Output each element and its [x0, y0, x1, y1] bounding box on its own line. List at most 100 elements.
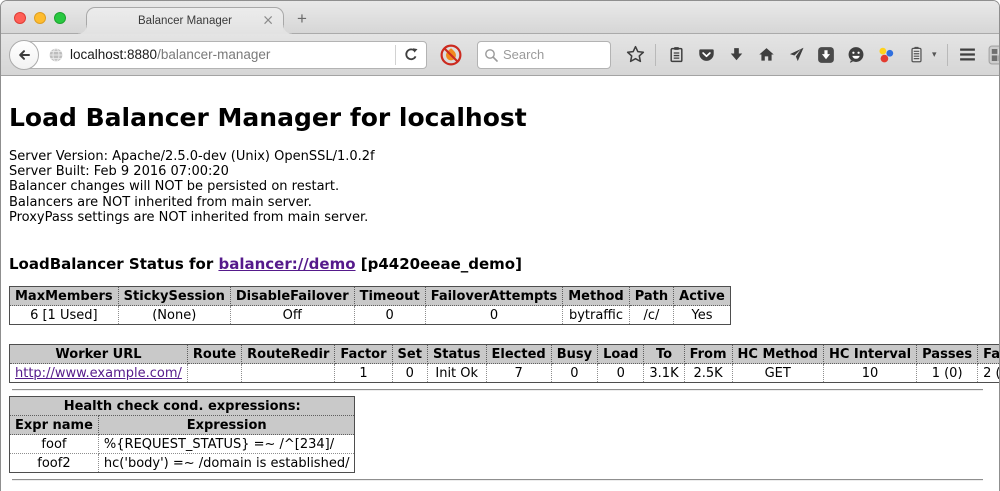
worker-header-row: Worker URL Route RouteRedir Factor Set S… — [10, 345, 1000, 364]
bookmark-star-button[interactable] — [625, 45, 645, 65]
cell-hc-interval: 10 — [823, 364, 916, 383]
tab-groups-button[interactable] — [988, 45, 1000, 65]
cell-fails: 2 (0) — [978, 364, 999, 383]
tab-close-icon[interactable]: × — [262, 13, 274, 27]
back-button[interactable] — [9, 40, 39, 70]
col-header-stickysession: StickySession — [118, 287, 230, 306]
tab-strip: Balancer Manager × + — [1, 1, 999, 34]
search-icon — [484, 48, 498, 62]
col-header-failoverattempts: FailoverAttempts — [425, 287, 563, 306]
balancer-data-row: 6 [1 Used] (None) Off 0 0 bytraffic /c/ … — [10, 306, 731, 325]
overflow-caret-icon[interactable]: ▾ — [932, 50, 937, 60]
worker-status-table: Worker URL Route RouteRedir Factor Set S… — [9, 344, 999, 383]
col-header-elected: Elected — [486, 345, 551, 364]
cell-worker-url: http://www.example.com/ — [10, 364, 188, 383]
colored-dots-icon — [877, 46, 895, 64]
col-header-path: Path — [629, 287, 673, 306]
col-header-expression: Expression — [98, 416, 355, 435]
blocked-flash-icon — [439, 43, 463, 67]
page-content: Load Balancer Manager for localhost Serv… — [1, 76, 999, 491]
url-text[interactable]: localhost:8880/balancer-manager — [70, 47, 270, 62]
home-icon — [758, 46, 775, 63]
paper-plane-icon — [788, 46, 805, 63]
clipboard-icon — [668, 46, 685, 63]
zoom-window-button[interactable] — [54, 12, 66, 24]
cell-disablefailover: Off — [230, 306, 354, 325]
reading-list-button[interactable] — [666, 45, 686, 65]
page-title: Load Balancer Manager for localhost — [9, 76, 991, 132]
share-button[interactable] — [786, 45, 806, 65]
toolbar-icons: ▾ — [625, 44, 1000, 66]
section-divider — [12, 389, 983, 391]
home-button[interactable] — [756, 45, 776, 65]
downloads-button[interactable] — [726, 45, 746, 65]
col-header-timeout: Timeout — [354, 287, 425, 306]
toolbar-divider — [947, 44, 948, 66]
col-header-set: Set — [392, 345, 427, 364]
cell-stickysession: (None) — [118, 306, 230, 325]
feedback-addon-button[interactable] — [846, 45, 866, 65]
cell-passes: 1 (0) — [917, 364, 978, 383]
search-bar[interactable] — [477, 41, 611, 69]
cell-active: Yes — [674, 306, 731, 325]
balancer-demo-link[interactable]: balancer://demo — [218, 255, 355, 273]
note-proxypass-line: ProxyPass settings are NOT inherited fro… — [9, 210, 991, 225]
col-header-load: Load — [598, 345, 644, 364]
new-tab-button[interactable]: + — [297, 9, 307, 29]
close-window-button[interactable] — [14, 12, 26, 24]
health-data-row: foof %{REQUEST_STATUS} =~ /^[234]/ — [10, 435, 355, 454]
video-download-addon-button[interactable] — [816, 45, 836, 65]
cell-timeout: 0 — [354, 306, 425, 325]
back-arrow-icon — [16, 47, 32, 63]
site-globe-icon — [48, 47, 64, 63]
server-built-line: Server Built: Feb 9 2016 07:00:20 — [9, 164, 991, 179]
menu-button[interactable] — [958, 45, 978, 65]
health-table-caption: Health check cond. expressions: — [10, 397, 355, 416]
smiley-icon — [847, 46, 865, 64]
col-header-hc-method: HC Method — [732, 345, 823, 364]
col-header-route: Route — [187, 345, 241, 364]
cell-maxmembers: 6 [1 Used] — [10, 306, 119, 325]
navigation-toolbar: localhost:8880/balancer-manager — [1, 34, 999, 76]
cell-path: /c/ — [629, 306, 673, 325]
health-check-table: Health check cond. expressions: Expr nam… — [9, 396, 355, 473]
cell-elected: 7 — [486, 364, 551, 383]
status-heading-prefix: LoadBalancer Status for — [9, 255, 218, 273]
tab-balancer-manager[interactable]: Balancer Manager × — [86, 7, 284, 34]
col-header-from: From — [684, 345, 732, 364]
minimize-window-button[interactable] — [34, 12, 46, 24]
reload-button[interactable] — [396, 42, 426, 68]
colored-dots-addon-button[interactable] — [876, 45, 896, 65]
url-path: /balancer-manager — [157, 47, 270, 62]
cell-busy: 0 — [551, 364, 597, 383]
balancer-status-heading: LoadBalancer Status for balancer://demo … — [9, 255, 991, 273]
cell-routeredir — [242, 364, 335, 383]
cell-hc-method: GET — [732, 364, 823, 383]
pocket-icon — [698, 46, 715, 63]
health-header-row: Expr name Expression — [10, 416, 355, 435]
worker-url-link[interactable]: http://www.example.com/ — [15, 366, 182, 381]
content-blocked-button[interactable] — [439, 43, 463, 67]
url-bar[interactable]: localhost:8880/balancer-manager — [23, 41, 427, 69]
col-header-maxmembers: MaxMembers — [10, 287, 119, 306]
note-inherit-line: Balancers are NOT inherited from main se… — [9, 195, 991, 210]
download-arrow-icon — [728, 46, 745, 63]
battery-icon — [908, 46, 925, 63]
battery-addon-button[interactable] — [906, 45, 926, 65]
balancer-header-row: MaxMembers StickySession DisableFailover… — [10, 287, 731, 306]
page-bottom-divider — [12, 479, 983, 481]
server-version-line: Server Version: Apache/2.5.0-dev (Unix) … — [9, 149, 991, 164]
col-header-busy: Busy — [551, 345, 597, 364]
search-input[interactable] — [503, 47, 603, 62]
reload-icon — [403, 47, 419, 63]
cell-from: 2.5K — [684, 364, 732, 383]
browser-window: Balancer Manager × + localhost:8880/ba — [0, 0, 1000, 491]
dark-square-download-icon — [817, 46, 835, 64]
cell-factor: 1 — [335, 364, 392, 383]
cell-failoverattempts: 0 — [425, 306, 563, 325]
col-header-hc-interval: HC Interval — [823, 345, 916, 364]
cell-route — [187, 364, 241, 383]
url-domain: localhost:8880 — [70, 47, 157, 62]
pocket-button[interactable] — [696, 45, 716, 65]
health-data-row: foof2 hc('body') =~ /domain is establish… — [10, 454, 355, 473]
